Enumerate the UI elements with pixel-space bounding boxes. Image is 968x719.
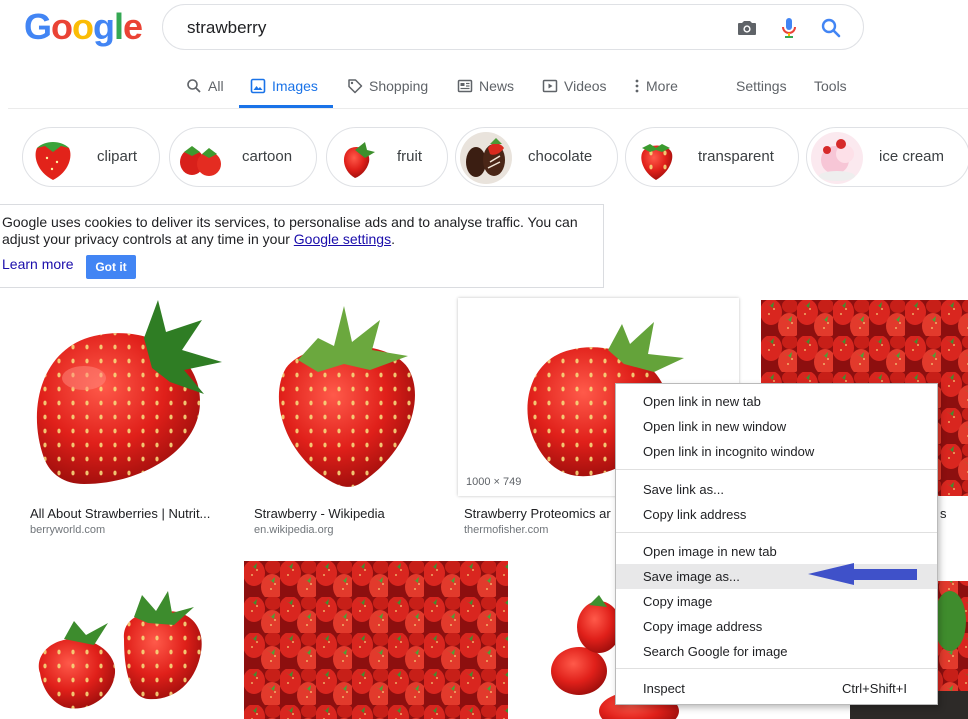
menu-item-open-link-new-window[interactable]: Open link in new window: [616, 414, 937, 439]
tab-label: Images: [272, 78, 318, 94]
menu-item-save-link[interactable]: Save link as...: [616, 477, 937, 502]
tab-tools[interactable]: Tools: [814, 78, 847, 108]
learn-more-link[interactable]: Learn more: [2, 256, 74, 272]
chip-ice-cream[interactable]: ice cream: [806, 127, 968, 187]
cookie-text-line1: Google uses cookies to deliver its servi…: [2, 214, 578, 230]
result-title-fragment[interactable]: s: [940, 506, 947, 521]
chip-fruit[interactable]: fruit: [326, 127, 448, 187]
tab-videos[interactable]: Videos: [542, 78, 607, 108]
chip-label: ice cream: [879, 148, 945, 165]
result-domain: en.wikipedia.org: [254, 524, 334, 536]
logo-letter: g: [93, 6, 115, 47]
chip-label: clipart: [97, 148, 138, 165]
result-domain: thermofisher.com: [464, 524, 549, 536]
chip-thumbnail: [630, 132, 682, 184]
chip-label: transparent: [698, 148, 774, 165]
tab-settings[interactable]: Settings: [736, 78, 787, 108]
result-image[interactable]: [24, 561, 223, 719]
menu-item-open-image-new-tab[interactable]: Open image in new tab: [616, 539, 937, 564]
tab-shopping[interactable]: Shopping: [347, 78, 428, 108]
menu-item-open-link-incognito[interactable]: Open link in incognito window: [616, 439, 937, 464]
result-title[interactable]: Strawberry - Wikipedia: [254, 506, 385, 521]
chip-transparent[interactable]: transparent: [625, 127, 799, 187]
menu-item-label: Inspect: [643, 681, 685, 696]
microphone-icon[interactable]: [777, 16, 801, 40]
chip-thumbnail: [331, 132, 383, 184]
chip-chocolate[interactable]: chocolate: [455, 127, 618, 187]
got-it-button[interactable]: Got it: [86, 255, 136, 279]
menu-item-copy-image-address[interactable]: Copy image address: [616, 614, 937, 639]
result-image[interactable]: [244, 561, 508, 719]
tab-label: Videos: [564, 78, 607, 94]
tag-icon: [348, 79, 363, 94]
result-image[interactable]: [24, 298, 227, 496]
image-icon: [250, 78, 266, 94]
chip-thumbnail: [174, 132, 226, 184]
menu-separator: [616, 668, 937, 669]
image-dimensions: 1000 × 749: [458, 472, 534, 492]
tab-label: Shopping: [369, 78, 429, 94]
search-icon: [187, 79, 201, 93]
tab-label: Settings: [736, 78, 787, 94]
context-menu: Open link in new tab Open link in new wi…: [615, 383, 938, 705]
chip-cartoon[interactable]: cartoon: [169, 127, 317, 187]
play-icon: [542, 79, 558, 93]
cookie-notice: Google uses cookies to deliver its servi…: [0, 204, 604, 288]
chip-label: fruit: [397, 148, 423, 165]
annotation-arrow-icon: [808, 563, 917, 585]
tab-label: More: [646, 78, 678, 94]
menu-item-inspect[interactable]: Inspect Ctrl+Shift+I: [616, 676, 937, 701]
menu-item-copy-image[interactable]: Copy image: [616, 589, 937, 614]
result-domain: berryworld.com: [30, 524, 106, 536]
cookie-text-suffix: .: [391, 231, 395, 247]
google-settings-link[interactable]: Google settings: [294, 231, 391, 247]
tab-news[interactable]: News: [457, 78, 514, 108]
logo-letter: o: [51, 6, 73, 47]
tab-label: News: [479, 78, 515, 94]
logo-letter: G: [24, 6, 52, 47]
search-icon[interactable]: [819, 16, 843, 40]
tab-images[interactable]: Images: [250, 78, 318, 108]
chip-thumbnail: [811, 132, 863, 184]
google-logo[interactable]: Google: [24, 6, 143, 48]
tab-label: Tools: [814, 78, 847, 94]
menu-separator: [616, 469, 937, 470]
tabs-divider: [8, 108, 968, 109]
result-title[interactable]: All About Strawberries | Nutrit...: [30, 506, 210, 521]
logo-letter: e: [123, 6, 143, 47]
result-title[interactable]: Strawberry Proteomics ar: [464, 506, 611, 521]
camera-icon[interactable]: [735, 16, 759, 40]
keyboard-shortcut: Ctrl+Shift+I: [841, 681, 907, 696]
tab-label: All: [208, 78, 224, 94]
more-vertical-icon: [635, 79, 639, 93]
menu-separator: [616, 532, 937, 533]
chip-thumbnail: [460, 132, 512, 184]
search-box: [162, 4, 864, 50]
menu-item-copy-link-address[interactable]: Copy link address: [616, 502, 937, 527]
chip-clipart[interactable]: clipart: [22, 127, 160, 187]
result-image[interactable]: [248, 298, 438, 496]
newspaper-icon: [457, 79, 473, 93]
chip-label: cartoon: [242, 148, 293, 165]
menu-item-search-google-image[interactable]: Search Google for image: [616, 639, 937, 664]
logo-letter: o: [72, 6, 94, 47]
chip-label: chocolate: [528, 148, 593, 165]
logo-letter: l: [114, 6, 124, 47]
menu-item-open-link-new-tab[interactable]: Open link in new tab: [616, 389, 937, 414]
cookie-message: Google uses cookies to deliver its servi…: [2, 214, 598, 248]
cookie-text-line2: adjust your privacy controls at any time…: [2, 231, 294, 247]
tab-all[interactable]: All: [186, 78, 224, 108]
search-input[interactable]: [185, 15, 709, 41]
chip-thumbnail: [27, 132, 79, 184]
tab-more[interactable]: More: [634, 78, 678, 108]
